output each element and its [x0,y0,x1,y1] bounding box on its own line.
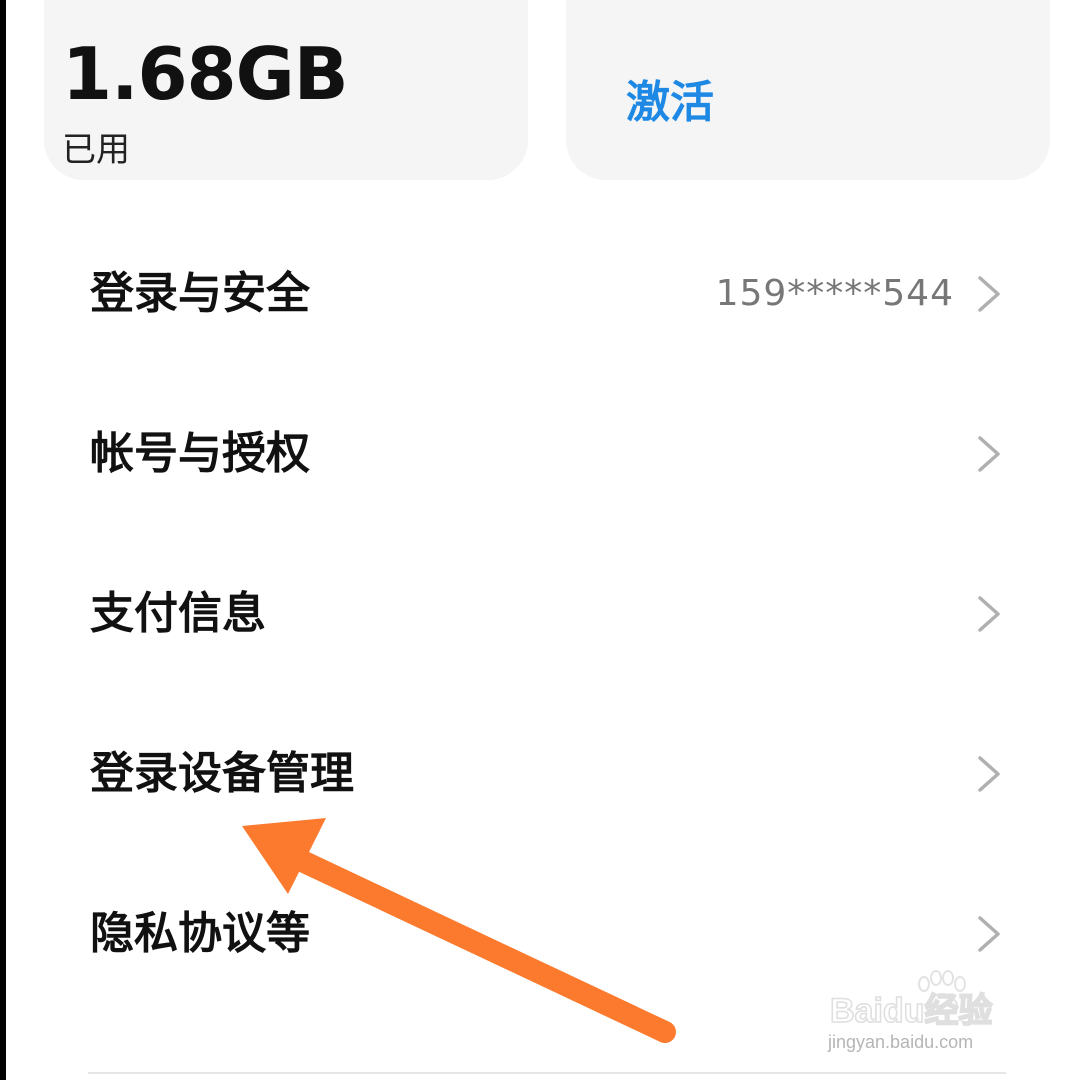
menu-item-device-management[interactable]: 登录设备管理 [0,694,1080,854]
menu-item-label: 登录与安全 [90,268,310,319]
chevron-right-icon [978,756,1000,792]
menu-item-label: 帐号与授权 [90,428,310,479]
activate-card[interactable]: 激活 [566,0,1050,180]
menu-item-login-security[interactable]: 登录与安全 159*****544 [0,214,1080,374]
account-settings-screen: 1.68GB 已用 激活 登录与安全 159*****544 帐号与授权 支付信… [0,0,1080,1080]
menu-item-label: 登录设备管理 [90,748,354,799]
watermark-brand: Baidu经验 [830,991,992,1030]
divider [88,1072,1006,1074]
chevron-right-icon [978,596,1000,632]
watermark-url: jingyan.baidu.com [828,1032,974,1052]
chevron-right-icon [978,436,1000,472]
menu-item-label: 支付信息 [90,588,266,639]
storage-used-label: 已用 [62,130,130,170]
chevron-right-icon [978,276,1000,312]
menu-item-account-authorization[interactable]: 帐号与授权 [0,374,1080,534]
chevron-right-icon [978,916,1000,952]
menu-item-payment-info[interactable]: 支付信息 [0,534,1080,694]
menu-item-label: 隐私协议等 [90,908,310,959]
storage-used-value: 1.68GB [62,32,349,116]
phone-number-value: 159*****544 [715,273,954,314]
activate-link[interactable]: 激活 [626,78,714,128]
